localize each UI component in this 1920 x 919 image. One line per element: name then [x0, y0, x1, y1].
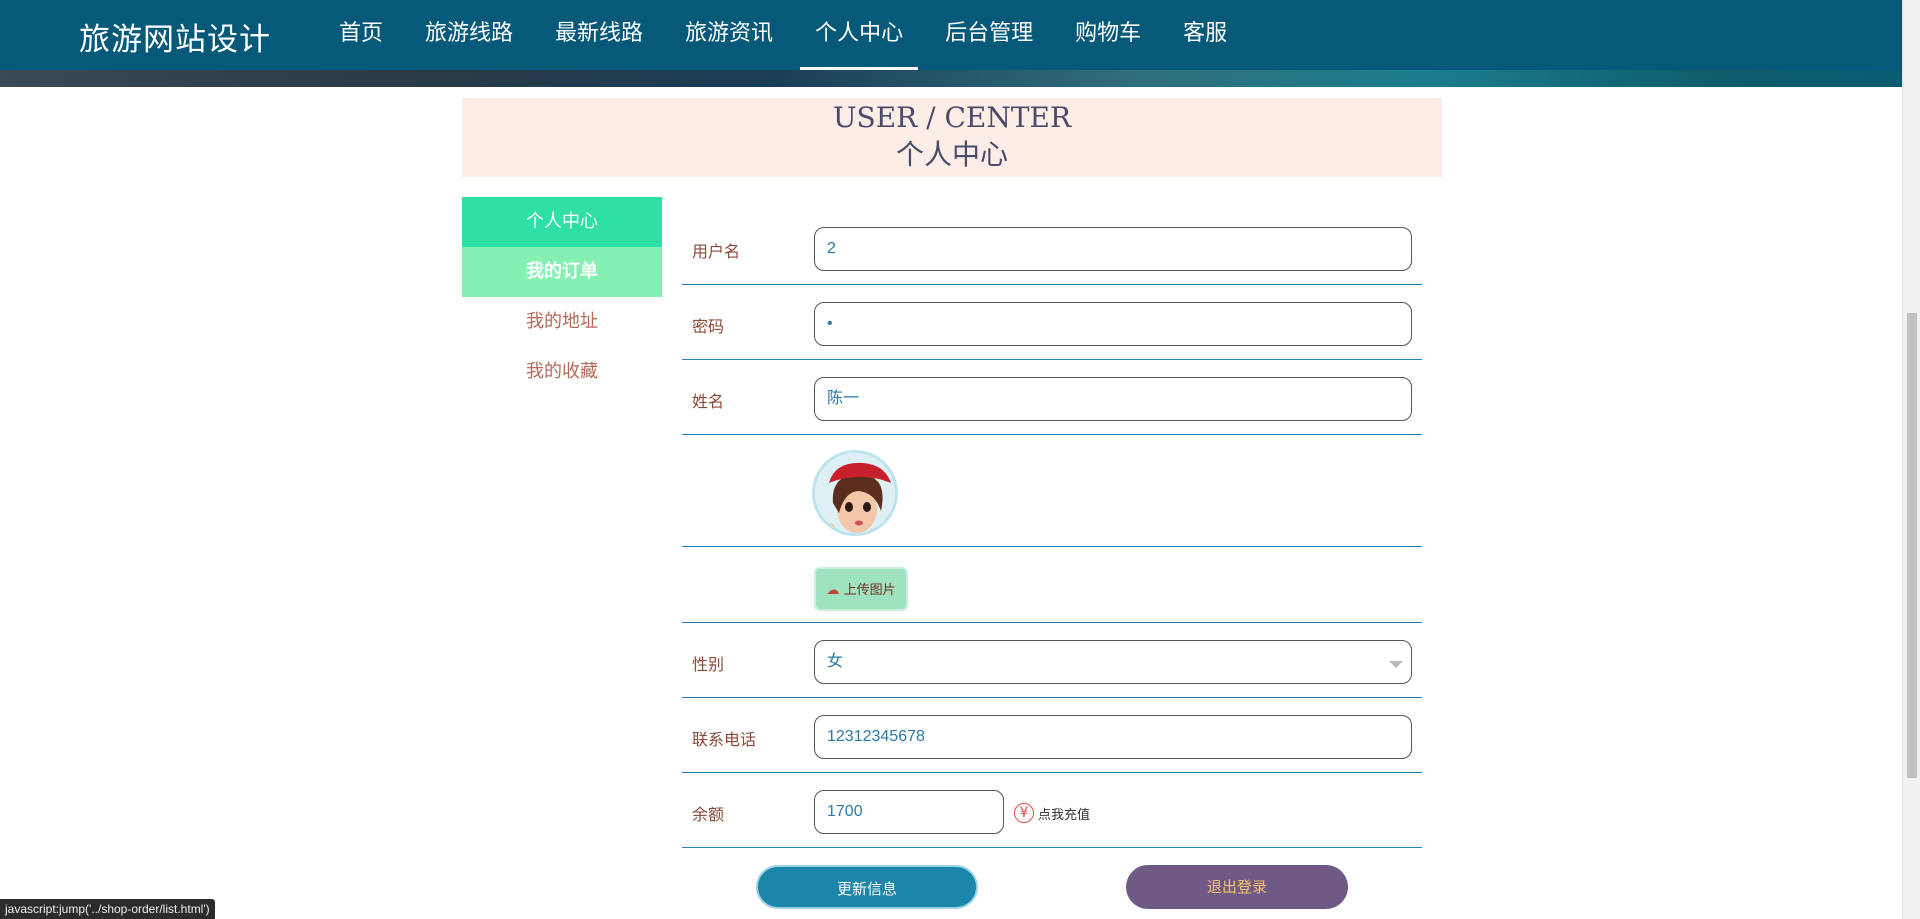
main-nav: 首页 旅游线路 最新线路 旅游资讯 个人中心 后台管理 购物车 客服: [318, 0, 1248, 70]
brand-title[interactable]: 旅游网站设计: [79, 14, 271, 59]
sidebar: 个人中心 我的订单 我的地址 我的收藏: [462, 197, 662, 397]
update-info-button[interactable]: 更新信息: [756, 865, 978, 909]
nav-user-center[interactable]: 个人中心: [794, 0, 924, 70]
page-title-zh: 个人中心: [895, 138, 1008, 171]
chevron-down-icon: [1389, 661, 1403, 668]
name-input[interactable]: 陈一: [814, 377, 1412, 421]
sidebar-item-my-favorites[interactable]: 我的收藏: [462, 347, 662, 397]
scrollbar-thumb[interactable]: [1907, 313, 1917, 778]
nav-admin[interactable]: 后台管理: [924, 0, 1054, 70]
name-label: 姓名: [692, 392, 725, 411]
logout-button[interactable]: 退出登录: [1126, 865, 1348, 909]
balance-input[interactable]: 1700: [814, 790, 1004, 834]
form-row-gender: 性别 女: [682, 623, 1422, 698]
vertical-scrollbar[interactable]: [1902, 0, 1920, 919]
gender-select[interactable]: 女: [814, 640, 1412, 684]
password-label: 密码: [692, 317, 725, 336]
top-navbar: 旅游网站设计 首页 旅游线路 最新线路 旅游资讯 个人中心 后台管理 购物车 客…: [0, 0, 1902, 70]
password-input[interactable]: •: [814, 302, 1412, 346]
recharge-link[interactable]: ¥ 点我充值: [1014, 803, 1090, 823]
avatar-image: [815, 453, 895, 533]
recharge-label: 点我充值: [1038, 807, 1091, 823]
gender-value: 女: [827, 653, 844, 670]
yen-icon: ¥: [1014, 803, 1034, 823]
sidebar-item-user-center[interactable]: 个人中心: [462, 197, 662, 247]
gender-label: 性别: [692, 655, 725, 674]
nav-support[interactable]: 客服: [1162, 0, 1248, 70]
username-label: 用户名: [692, 242, 741, 261]
form-row-balance: 余额 1700 ¥ 点我充值: [682, 773, 1422, 848]
app: 旅游网站设计 首页 旅游线路 最新线路 旅游资讯 个人中心 后台管理 购物车 客…: [0, 0, 1920, 919]
form-row-upload: ☁ 上传图片: [682, 547, 1422, 623]
upload-image-label: 上传图片: [843, 583, 896, 598]
upload-image-button[interactable]: ☁ 上传图片: [814, 567, 908, 611]
sidebar-item-my-orders[interactable]: 我的订单: [462, 247, 662, 297]
form-row-username: 用户名 2: [682, 210, 1422, 285]
page-title-en: USER / CENTER: [832, 101, 1072, 134]
nav-latest-routes[interactable]: 最新线路: [534, 0, 664, 70]
status-bar-url: javascript:jump('../shop-order/list.html…: [0, 899, 215, 919]
phone-input[interactable]: 12312345678: [814, 715, 1412, 759]
nav-travel-news[interactable]: 旅游资讯: [664, 0, 794, 70]
cloud-upload-icon: ☁: [826, 583, 840, 598]
form-row-name: 姓名 陈一: [682, 360, 1422, 435]
nav-cart[interactable]: 购物车: [1054, 0, 1162, 70]
avatar: [812, 450, 898, 536]
form-row-phone: 联系电话 12312345678: [682, 698, 1422, 773]
form-row-avatar: [682, 435, 1422, 547]
nav-home[interactable]: 首页: [318, 0, 404, 70]
form-row-password: 密码 •: [682, 285, 1422, 360]
username-input[interactable]: 2: [814, 227, 1412, 271]
phone-label: 联系电话: [692, 730, 757, 749]
nav-travel-routes[interactable]: 旅游线路: [404, 0, 534, 70]
page-title-banner: USER / CENTER 个人中心: [462, 98, 1442, 177]
balance-label: 余额: [692, 805, 725, 824]
profile-form: 用户名 2 密码 • 姓名 陈一 ☁ 上传图片 性别 女 联系电话 123123…: [682, 210, 1422, 848]
sidebar-item-my-address[interactable]: 我的地址: [462, 297, 662, 347]
